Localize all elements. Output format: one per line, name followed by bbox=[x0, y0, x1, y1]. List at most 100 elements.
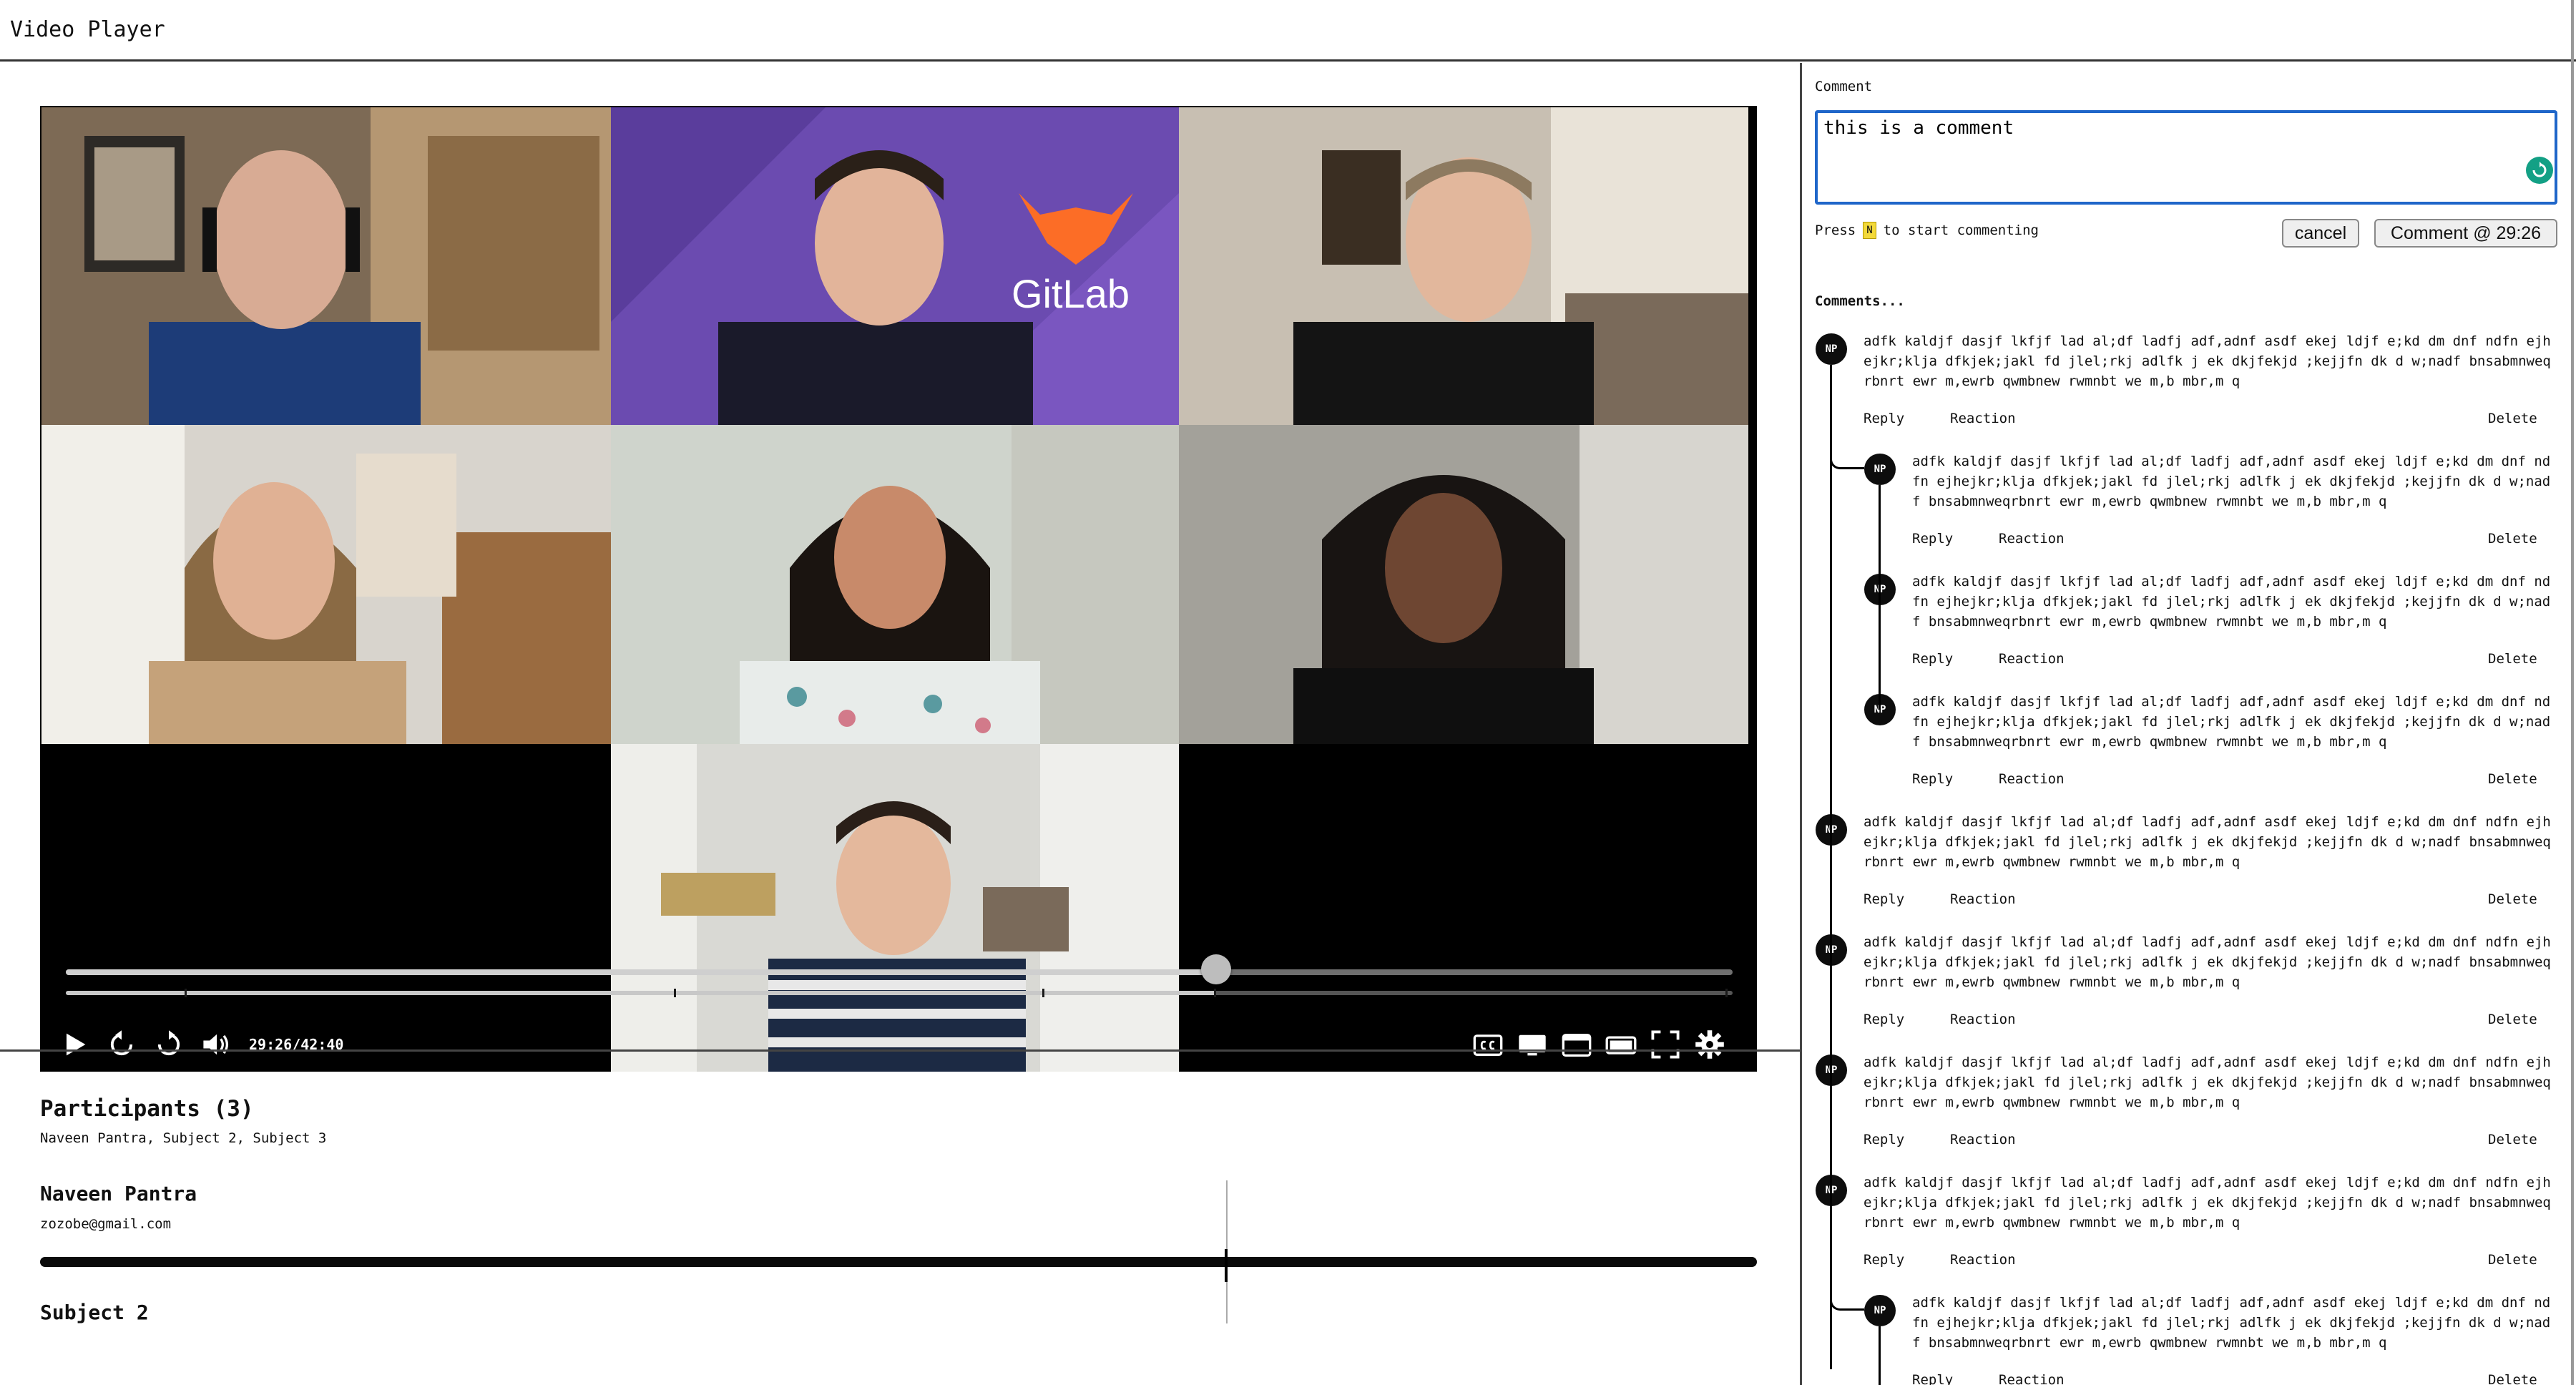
comment-text: adfk kaldjf dasjf lkfjf lad al;df ladfj … bbox=[1864, 1054, 2551, 1110]
comment-input[interactable] bbox=[1815, 110, 2557, 205]
play-button[interactable] bbox=[56, 1026, 93, 1063]
video-tile-4 bbox=[41, 425, 611, 744]
reaction-link[interactable]: Reaction bbox=[1999, 1372, 2065, 1385]
reply-link[interactable]: Reply bbox=[1864, 891, 1904, 907]
avatar[interactable]: NP bbox=[1816, 333, 1847, 365]
reply-link[interactable]: Reply bbox=[1912, 651, 1953, 667]
reply-link[interactable]: Reply bbox=[1864, 411, 1904, 426]
comment-marker[interactable] bbox=[1214, 989, 1216, 997]
settings-button[interactable] bbox=[1691, 1026, 1728, 1063]
reaction-link[interactable]: Reaction bbox=[1999, 531, 2065, 547]
participants-title: Participants (3) bbox=[40, 1096, 254, 1122]
reaction-link[interactable]: Reaction bbox=[1999, 771, 2065, 787]
reaction-link[interactable]: Reaction bbox=[1950, 411, 2016, 426]
participant-name: Naveen Pantra bbox=[40, 1182, 197, 1205]
display-button[interactable] bbox=[1514, 1026, 1551, 1063]
main-pane: GitLab 29:26/42:40 bbox=[0, 63, 1800, 1385]
reply-connector bbox=[1830, 1206, 1864, 1311]
fullscreen-icon bbox=[1651, 1030, 1680, 1059]
window-edge bbox=[2571, 0, 2574, 1385]
comment-text: adfk kaldjf dasjf lkfjf lad al;df ladfj … bbox=[1864, 814, 2551, 870]
avatar[interactable]: NP bbox=[1864, 1295, 1896, 1326]
divider bbox=[0, 1049, 1800, 1052]
comments-heading: Comments... bbox=[1815, 293, 1905, 309]
participant-timeline[interactable] bbox=[40, 1257, 1757, 1267]
participants-summary: Naveen Pantra, Subject 2, Subject 3 bbox=[40, 1130, 327, 1146]
delete-link[interactable]: Delete bbox=[2488, 771, 2537, 787]
captions-button[interactable] bbox=[1469, 1026, 1507, 1063]
video-player[interactable]: GitLab 29:26/42:40 bbox=[40, 106, 1757, 1072]
timeline-playhead[interactable] bbox=[1225, 1249, 1228, 1282]
delete-link[interactable]: Delete bbox=[2488, 651, 2537, 667]
seek-handle[interactable] bbox=[1200, 954, 1231, 984]
rewind-icon bbox=[110, 1030, 133, 1056]
reply-link[interactable]: Reply bbox=[1864, 1252, 1904, 1268]
video-tile-6 bbox=[1179, 425, 1748, 744]
player-controls-left: 29:26/42:40 bbox=[56, 1022, 343, 1067]
comment-timeline-bar[interactable] bbox=[66, 989, 1733, 997]
player-controls-right bbox=[1469, 1022, 1728, 1067]
avatar[interactable]: NP bbox=[1864, 454, 1896, 485]
comment-text: adfk kaldjf dasjf lkfjf lad al;df ladfj … bbox=[1912, 574, 2551, 630]
miniplayer-icon bbox=[1562, 1034, 1592, 1057]
reaction-link[interactable]: Reaction bbox=[1950, 891, 2016, 907]
comment-text: adfk kaldjf dasjf lkfjf lad al;df ladfj … bbox=[1912, 454, 2551, 509]
comment-reply: NPadfk kaldjf dasjf lkfjf lad al;df ladf… bbox=[1864, 694, 2560, 801]
comment-hint: Press N to start commenting bbox=[1815, 222, 2039, 239]
reply-connector bbox=[1830, 365, 1864, 469]
delete-link[interactable]: Delete bbox=[2488, 1132, 2537, 1147]
volume-button[interactable] bbox=[197, 1026, 235, 1063]
comment-marker[interactable] bbox=[674, 989, 676, 997]
comment-reply: NP adfk kaldjf dasjf lkfjf lad al;df ladf… bbox=[1864, 454, 2560, 561]
forward-icon bbox=[157, 1030, 180, 1056]
delete-link[interactable]: Delete bbox=[2488, 531, 2537, 547]
reply-link[interactable]: Reply bbox=[1912, 531, 1953, 547]
comment: NPadfk kaldjf dasjf lkfjf lad al;df ladf… bbox=[1816, 814, 2560, 921]
thread-line bbox=[1879, 485, 1881, 710]
delete-link[interactable]: Delete bbox=[2488, 1252, 2537, 1268]
fullscreen-button[interactable] bbox=[1647, 1026, 1684, 1063]
comment-marker[interactable] bbox=[1725, 989, 1728, 997]
reaction-link[interactable]: Reaction bbox=[1999, 651, 2065, 667]
participant-email: zozobe@gmail.com bbox=[40, 1216, 172, 1232]
video-tile-3 bbox=[1179, 107, 1748, 425]
delete-link[interactable]: Delete bbox=[2488, 891, 2537, 907]
comment-text: adfk kaldjf dasjf lkfjf lad al;df ladfj … bbox=[1864, 333, 2551, 389]
theater-mode-button[interactable] bbox=[1602, 1026, 1640, 1063]
reaction-link[interactable]: Reaction bbox=[1950, 1132, 2016, 1147]
video-tile-1 bbox=[41, 107, 611, 425]
comment: NPadfk kaldjf dasjf lkfjf lad al;df ladf… bbox=[1816, 1175, 2560, 1282]
delete-link[interactable]: Delete bbox=[2488, 1012, 2537, 1027]
video-tile-5 bbox=[611, 425, 1179, 744]
reply-link[interactable]: Reply bbox=[1912, 1372, 1953, 1385]
reaction-link[interactable]: Reaction bbox=[1950, 1012, 2016, 1027]
rewind-button[interactable] bbox=[103, 1026, 140, 1063]
reaction-link[interactable]: Reaction bbox=[1950, 1252, 2016, 1268]
delete-link[interactable]: Delete bbox=[2488, 1372, 2537, 1385]
cc-icon bbox=[1473, 1034, 1503, 1056]
comment-marker[interactable] bbox=[1042, 989, 1044, 997]
comment-marker[interactable] bbox=[185, 989, 187, 997]
reply-link[interactable]: Reply bbox=[1864, 1012, 1904, 1027]
play-icon bbox=[67, 1033, 86, 1056]
seek-bar-played bbox=[66, 969, 1216, 975]
submit-comment-button[interactable]: Comment @ 29:26 bbox=[2374, 219, 2557, 248]
forward-button[interactable] bbox=[150, 1026, 187, 1063]
delete-link[interactable]: Delete bbox=[2488, 411, 2537, 426]
hint-suffix: to start commenting bbox=[1883, 222, 2039, 238]
video-tile-7 bbox=[611, 744, 1179, 1072]
cancel-button[interactable]: cancel bbox=[2282, 219, 2359, 248]
seek-bar[interactable] bbox=[66, 969, 1733, 975]
reply-link[interactable]: Reply bbox=[1912, 771, 1953, 787]
comment: NPadfk kaldjf dasjf lkfjf lad al;df ladf… bbox=[1816, 934, 2560, 1042]
comment-text: adfk kaldjf dasjf lkfjf lad al;df ladfj … bbox=[1912, 1295, 2551, 1351]
comment-text: adfk kaldjf dasjf lkfjf lad al;df ladfj … bbox=[1864, 1175, 2551, 1230]
comments-sidebar: Comment Press N to start commenting canc… bbox=[1802, 63, 2571, 1385]
comment-text: adfk kaldjf dasjf lkfjf lad al;df ladfj … bbox=[1864, 934, 2551, 990]
reply-link[interactable]: Reply bbox=[1864, 1132, 1904, 1147]
comment-reply: NP adfk kaldjf dasjf lkfjf lad al;df ladf… bbox=[1864, 1295, 2560, 1385]
hint-prefix: Press bbox=[1815, 222, 1856, 238]
grammar-check-icon[interactable] bbox=[2525, 156, 2554, 185]
miniplayer-button[interactable] bbox=[1558, 1026, 1595, 1063]
monitor-icon bbox=[1519, 1034, 1546, 1056]
